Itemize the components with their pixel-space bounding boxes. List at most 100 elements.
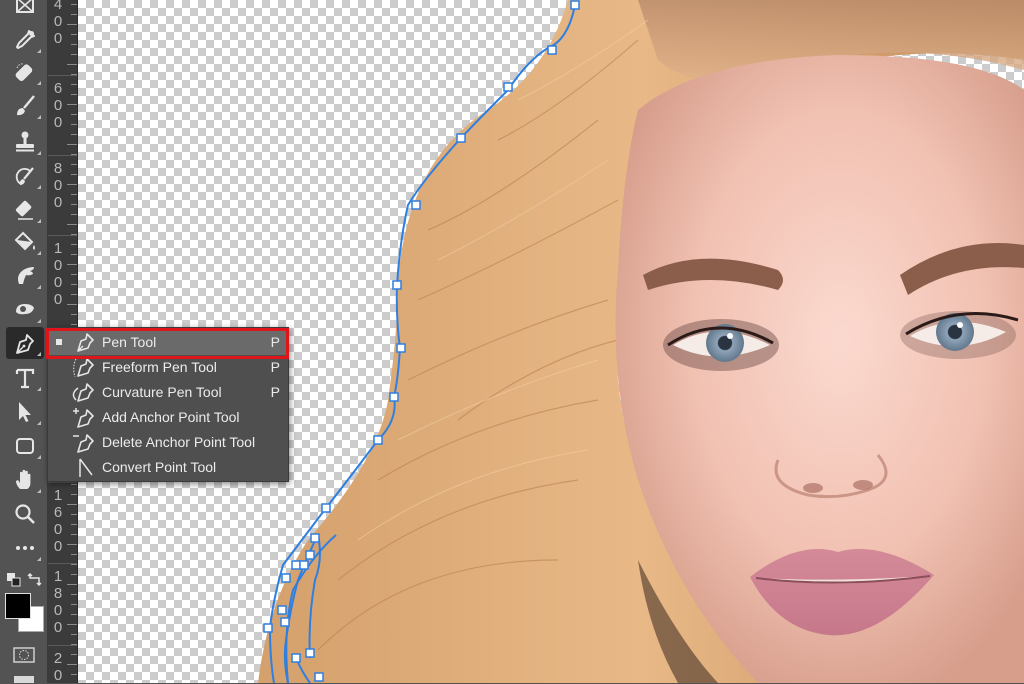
ruler-tick xyxy=(71,554,77,555)
anchor-point[interactable] xyxy=(571,1,579,9)
default-colors-button[interactable] xyxy=(6,572,22,588)
anchor-point[interactable] xyxy=(315,673,323,681)
spot-healing-brush-tool[interactable] xyxy=(6,56,44,88)
ruler-major-line xyxy=(48,75,77,76)
anchor-point[interactable] xyxy=(281,618,289,626)
path-selection-tool[interactable] xyxy=(6,396,44,428)
ruler-tick xyxy=(71,114,77,115)
ruler-label-digit: 0 xyxy=(53,521,63,538)
ruler-tick xyxy=(71,204,77,205)
anchor-point[interactable] xyxy=(504,83,512,91)
anchor-point[interactable] xyxy=(322,504,330,512)
ruler-tick xyxy=(67,104,77,105)
foreground-color-swatch[interactable] xyxy=(5,593,31,619)
anchor-point[interactable] xyxy=(292,654,300,662)
ruler-label-digit: 0 xyxy=(53,619,63,636)
dodge-icon xyxy=(13,298,37,322)
shortcut-key: P xyxy=(271,334,280,350)
ruler-tick xyxy=(71,124,77,125)
ruler-tick xyxy=(71,4,77,5)
menu-item-label: Convert Point Tool xyxy=(102,459,216,475)
menu-item-add-anchor-point-tool[interactable]: Add Anchor Point Tool xyxy=(48,405,288,430)
smudge-tool[interactable] xyxy=(6,260,44,292)
eyedropper-icon xyxy=(13,28,37,52)
menu-item-freeform-pen-tool[interactable]: Freeform Pen Tool P xyxy=(48,355,288,380)
menu-item-delete-anchor-point-tool[interactable]: Delete Anchor Point Tool xyxy=(48,430,288,455)
ruler-tick xyxy=(67,264,77,265)
anchor-point[interactable] xyxy=(374,436,382,444)
ruler-tick xyxy=(67,504,77,505)
ruler-tick xyxy=(67,544,77,545)
edit-toolbar-button[interactable] xyxy=(6,532,44,564)
ruler-label-digit: 0 xyxy=(53,177,63,194)
swap-colors-button[interactable] xyxy=(27,572,43,588)
ruler-tick xyxy=(67,584,77,585)
history-brush-icon xyxy=(13,164,37,188)
anchor-points[interactable] xyxy=(264,1,579,681)
screen-mode-button[interactable] xyxy=(14,676,34,683)
ruler-tick xyxy=(71,594,77,595)
bandage-icon xyxy=(13,60,37,84)
history-brush-tool[interactable] xyxy=(6,160,44,192)
ruler-tick xyxy=(71,44,77,45)
clone-stamp-tool[interactable] xyxy=(6,126,44,158)
ruler-tick xyxy=(71,174,77,175)
ruler-tick xyxy=(71,94,77,95)
ruler-tick xyxy=(71,484,77,485)
anchor-point[interactable] xyxy=(300,561,308,569)
swap-arrows-icon xyxy=(27,572,43,588)
anchor-point[interactable] xyxy=(390,393,398,401)
ruler-label-digit: 0 xyxy=(53,194,63,211)
ruler-tick xyxy=(71,294,77,295)
ruler-tick xyxy=(71,514,77,515)
pen-icon xyxy=(13,331,37,355)
ruler-tick xyxy=(71,84,77,85)
ruler-label-digit: 8 xyxy=(53,585,63,602)
pen-icon xyxy=(72,332,96,353)
shortcut-key: P xyxy=(271,359,280,375)
anchor-point[interactable] xyxy=(397,344,405,352)
pen-tool[interactable] xyxy=(6,327,44,359)
ruler-tick xyxy=(71,534,77,535)
brush-tool[interactable] xyxy=(6,90,44,122)
ruler-label-digit: 0 xyxy=(53,30,63,47)
magnifier-icon xyxy=(13,502,37,526)
ruler-label-digit: 0 xyxy=(53,274,63,291)
anchor-point[interactable] xyxy=(282,574,290,582)
menu-item-curvature-pen-tool[interactable]: Curvature Pen Tool P xyxy=(48,380,288,405)
eyedropper-tool[interactable] xyxy=(6,24,44,56)
anchor-point[interactable] xyxy=(393,281,401,289)
ruler-tick xyxy=(67,664,77,665)
dodge-tool[interactable] xyxy=(6,294,44,326)
quick-mask-button[interactable] xyxy=(13,646,35,664)
hand-tool[interactable] xyxy=(6,464,44,496)
ruler-tick xyxy=(67,144,77,145)
ruler-tick xyxy=(71,634,77,635)
zoom-tool[interactable] xyxy=(6,498,44,530)
tools-panel xyxy=(0,0,48,683)
ruler-label-digit: 0 xyxy=(53,538,63,555)
ruler-label-digit: 0 xyxy=(53,13,63,30)
paint-bucket-tool[interactable] xyxy=(6,226,44,258)
type-tool[interactable] xyxy=(6,362,44,394)
convert-point-icon xyxy=(72,457,96,478)
anchor-point[interactable] xyxy=(306,551,314,559)
anchor-point[interactable] xyxy=(292,561,300,569)
menu-item-convert-point-tool[interactable]: Convert Point Tool xyxy=(48,455,288,480)
ruler-tick xyxy=(71,274,77,275)
curvature-pen-icon xyxy=(72,382,96,403)
anchor-point[interactable] xyxy=(412,201,420,209)
eraser-tool[interactable] xyxy=(6,194,44,226)
anchor-point[interactable] xyxy=(264,624,272,632)
anchor-point[interactable] xyxy=(306,649,314,657)
frame-tool[interactable] xyxy=(6,0,44,20)
menu-item-pen-tool[interactable]: Pen Tool P xyxy=(48,330,288,355)
anchor-point[interactable] xyxy=(457,134,465,142)
anchor-point[interactable] xyxy=(311,534,319,542)
anchor-point[interactable] xyxy=(278,606,286,614)
ruler-tick xyxy=(71,164,77,165)
anchor-point[interactable] xyxy=(548,46,556,54)
active-tool-bullet xyxy=(56,339,62,345)
rectangle-tool[interactable] xyxy=(6,430,44,462)
ruler-label-digit: 0 xyxy=(53,667,63,684)
